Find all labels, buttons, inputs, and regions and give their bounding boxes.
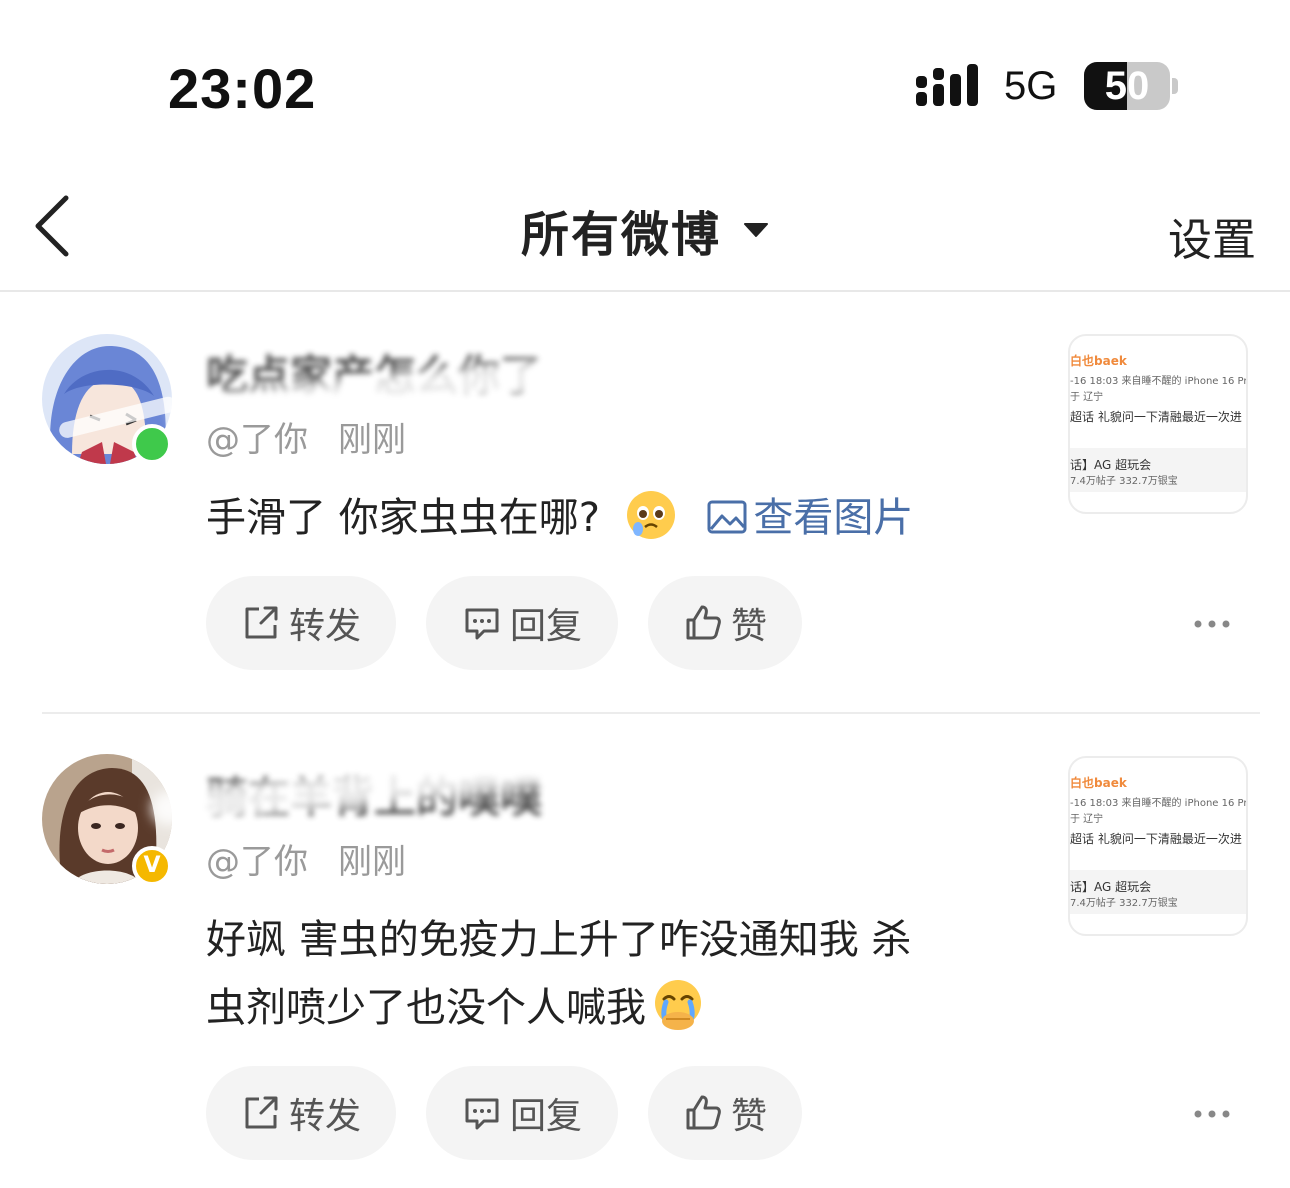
reply-label: 回复 — [509, 1096, 582, 1137]
thumb-meta: -16 18:03 来自睡不醒的 iPhone 16 Pro — [1070, 376, 1248, 387]
comment-bubble-icon — [465, 608, 499, 640]
thumb-meta: -16 18:03 来自睡不醒的 iPhone 16 Pro — [1070, 798, 1248, 809]
thumb-group: 话】AG 超玩会 — [1070, 458, 1152, 472]
thumb-location: 于 辽宁 — [1070, 392, 1104, 403]
more-options-icon[interactable] — [1192, 1108, 1232, 1120]
post-thumbnail[interactable]: 白也baek -16 18:03 来自睡不醒的 iPhone 16 Pro 于 … — [1068, 334, 1248, 514]
thumb-header: 白也baek — [1070, 354, 1127, 368]
like-button[interactable]: 赞 — [648, 576, 802, 670]
timestamp: 刚刚 — [338, 842, 406, 882]
crying-hand-over-mouth-emoji — [655, 980, 701, 1030]
verified-badge-label: V — [143, 853, 161, 878]
repost-button[interactable]: 转发 — [206, 1066, 396, 1160]
network-type: 5G — [1004, 64, 1058, 108]
thumb-location: 于 辽宁 — [1070, 814, 1104, 825]
verified-badge: V — [132, 846, 172, 886]
battery-icon: 50 — [1084, 62, 1180, 110]
comment-body: 手滑了 你家虫虫在哪? — [206, 495, 600, 541]
cellular-signal-icon — [916, 64, 978, 106]
caret-down-icon — [744, 223, 768, 237]
thumb-stats: 7.4万帖子 332.7万银宝 — [1070, 476, 1178, 487]
thumb-header: 白也baek — [1070, 776, 1127, 790]
comment-body-line-2-wrap: 虫剂喷少了也没个人喊我 — [206, 974, 1026, 1042]
comment-text: 好飒 害虫的免疫力上升了咋没通知我 杀 虫剂喷少了也没个人喊我 — [206, 906, 1026, 1042]
comment-bubble-icon — [465, 1098, 499, 1130]
post-thumbnail[interactable]: 白也baek -16 18:03 来自睡不醒的 iPhone 16 Pro 于 … — [1068, 756, 1248, 936]
online-status-badge — [132, 424, 172, 464]
like-label: 赞 — [730, 606, 767, 647]
comment-text: 手滑了 你家虫虫在哪? 查看图片 — [206, 484, 1006, 552]
comment-actions: 转发 回复 赞 — [206, 1066, 826, 1160]
reply-button[interactable]: 回复 — [426, 1066, 618, 1160]
status-bar: 23:02 5G 50 — [0, 0, 1290, 170]
reply-label: 回复 — [509, 606, 582, 647]
page-title: 所有微博 — [520, 207, 721, 263]
thumb-topic: 超话 礼貌问一下清融最近一次进 — [1070, 410, 1242, 424]
view-image-link[interactable]: 查看图片 — [707, 495, 913, 541]
comment-body-line-1: 好飒 害虫的免疫力上升了咋没通知我 杀 — [206, 917, 912, 963]
thumb-topic: 超话 礼貌问一下清融最近一次进 — [1070, 832, 1242, 846]
mention-handle[interactable]: @了你 — [206, 420, 308, 460]
comment-actions: 转发 回复 赞 — [206, 576, 826, 670]
repost-label: 转发 — [288, 606, 361, 647]
thumbs-up-icon — [686, 605, 721, 640]
more-options-icon[interactable] — [1192, 618, 1232, 630]
thumb-stats: 7.4万帖子 332.7万银宝 — [1070, 898, 1178, 909]
comment-meta: @了你 刚刚 — [206, 834, 406, 883]
nav-header: 所有微博 设置 — [0, 170, 1290, 292]
reply-button[interactable]: 回复 — [426, 576, 618, 670]
comment-meta: @了你 刚刚 — [206, 412, 406, 461]
back-chevron-icon[interactable] — [30, 194, 80, 258]
share-icon — [245, 606, 278, 639]
share-icon — [245, 1096, 278, 1129]
comment-item: 吃点家产怎么你了 @了你刚刚 手滑了 你家虫虫在哪? 查看图片 白也baek -… — [0, 292, 1290, 712]
repost-button[interactable]: 转发 — [206, 576, 396, 670]
comment-item: V 骑在羊背上的噗噗 @了你刚刚 好飒 害虫的免疫力上升了咋没通知我 杀 虫剂喷… — [0, 714, 1290, 1188]
view-image-label: 查看图片 — [753, 495, 914, 541]
mention-handle[interactable]: @了你 — [206, 842, 308, 882]
feed-filter-dropdown[interactable]: 所有微博 — [521, 195, 769, 265]
battery-percent: 50 — [1104, 64, 1150, 108]
like-label: 赞 — [730, 1096, 767, 1137]
timestamp: 刚刚 — [338, 420, 406, 460]
image-icon — [707, 500, 747, 534]
thumb-group: 话】AG 超玩会 — [1070, 880, 1152, 894]
repost-label: 转发 — [288, 1096, 361, 1137]
settings-link[interactable]: 设置 — [1168, 204, 1256, 268]
comment-body-line-2: 虫剂喷少了也没个人喊我 — [206, 985, 646, 1031]
like-button[interactable]: 赞 — [648, 1066, 802, 1160]
pleading-face-emoji — [626, 491, 675, 539]
thumbs-up-icon — [686, 1095, 721, 1130]
status-time: 23:02 — [168, 57, 317, 120]
